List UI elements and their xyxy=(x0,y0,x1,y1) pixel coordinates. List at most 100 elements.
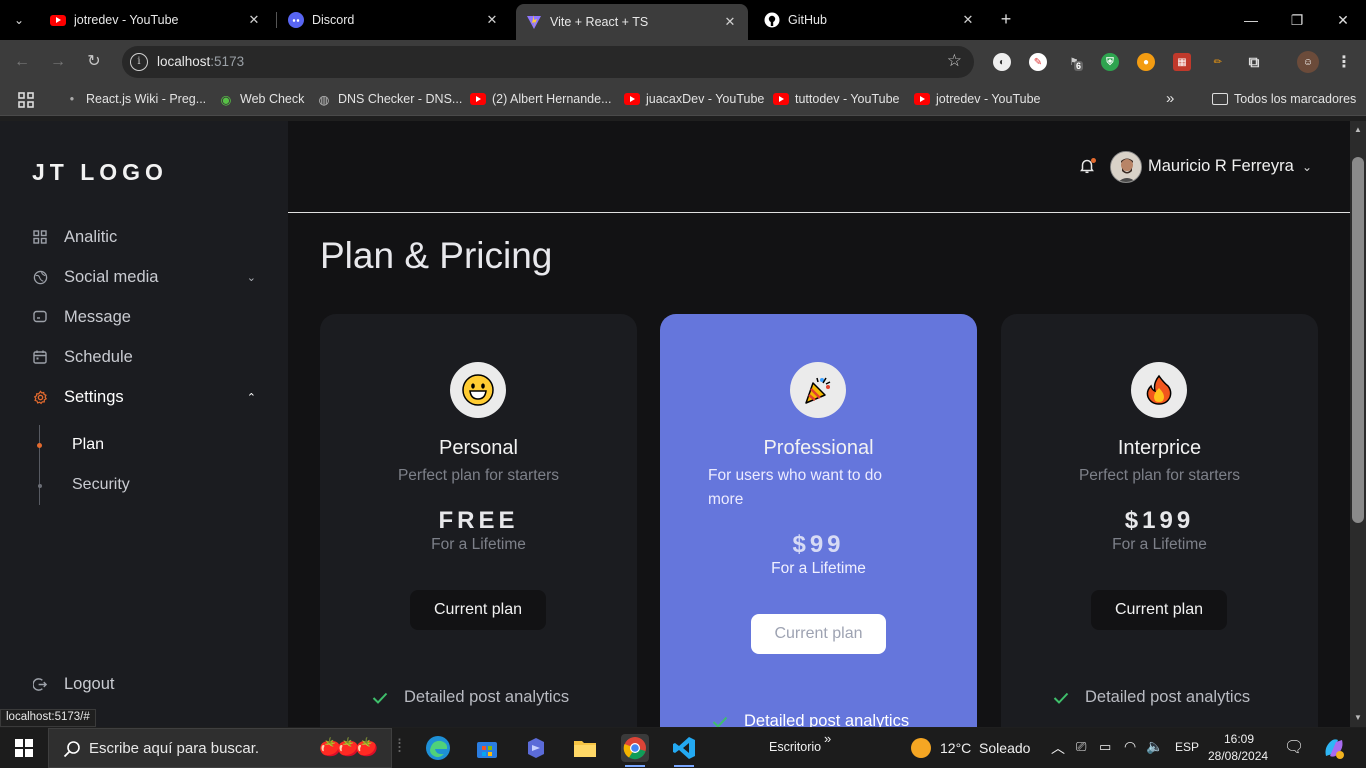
file-explorer-icon[interactable] xyxy=(571,734,599,762)
taskbar-search-box[interactable]: Escribe aquí para buscar. 🍅🍅🍅 xyxy=(48,728,392,768)
vite-icon xyxy=(526,14,542,30)
reload-icon[interactable]: ↻ xyxy=(83,51,105,73)
close-tab-icon[interactable]: ✕ xyxy=(722,14,738,30)
more-bookmarks-chevron-icon[interactable]: » xyxy=(1166,90,1174,107)
clock-date[interactable]: 28/08/2024 xyxy=(1208,749,1268,763)
bookmark-item[interactable]: • React.js Wiki - Preg... xyxy=(64,92,206,106)
all-bookmarks-folder[interactable]: Todos los marcadores xyxy=(1212,92,1356,106)
close-tab-icon[interactable]: ✕ xyxy=(960,12,976,28)
weather-text[interactable]: 12°C Soleado xyxy=(940,740,1030,756)
chrome-icon[interactable] xyxy=(621,734,649,767)
chevron-down-icon[interactable]: ⌄ xyxy=(247,271,256,284)
language-indicator[interactable]: ESP xyxy=(1175,740,1199,754)
close-window-icon[interactable]: ✕ xyxy=(1320,0,1366,40)
sidebar-item-settings[interactable]: Settings ⌃ xyxy=(32,382,256,412)
calendar-icon xyxy=(32,349,48,365)
globe-icon: ◉ xyxy=(220,92,232,107)
bookmark-item[interactable]: juacaxDev - YouTube xyxy=(624,92,764,106)
plan-card-interprice: Interprice Perfect plan for starters $19… xyxy=(1001,314,1318,727)
page-scrollbar[interactable]: ▲ ▼ xyxy=(1350,121,1366,727)
tab-discord[interactable]: Discord ✕ xyxy=(278,4,510,36)
top-header: Mauricio R Ferreyra ⌄ xyxy=(288,121,1350,213)
logout-label: Logout xyxy=(64,674,115,693)
tab-github[interactable]: GitHub ✕ xyxy=(754,4,986,36)
close-tab-icon[interactable]: ✕ xyxy=(246,12,262,28)
minimize-icon[interactable]: — xyxy=(1228,0,1274,40)
tab-vite-react[interactable]: Vite + React + TS ✕ xyxy=(516,4,748,40)
bell-icon[interactable] xyxy=(1080,158,1096,176)
scrollbar-thumb[interactable] xyxy=(1352,157,1364,523)
bookmark-item[interactable]: ◉ Web Check xyxy=(218,92,305,107)
plan-description: Perfect plan for starters xyxy=(397,467,560,484)
site-info-icon[interactable]: i xyxy=(130,53,148,71)
windows-start-icon[interactable] xyxy=(15,739,33,757)
avatar[interactable] xyxy=(1110,151,1142,183)
menu-kebab-icon[interactable]: ⋮ xyxy=(1335,53,1353,71)
chevron-double-right-icon[interactable]: » xyxy=(824,731,831,746)
extension-flag-icon[interactable]: ⚑6 xyxy=(1065,53,1084,71)
extension-orange-icon[interactable]: ● xyxy=(1137,53,1155,71)
party-popper-icon xyxy=(790,362,846,418)
desktop-label[interactable]: Escritorio xyxy=(769,740,821,754)
store-icon[interactable] xyxy=(473,734,501,762)
extensions-puzzle-icon[interactable]: ⧉ xyxy=(1245,53,1263,71)
new-tab-plus-icon[interactable]: + xyxy=(995,9,1017,31)
notifications-icon[interactable]: 🗨 xyxy=(1284,737,1304,757)
chevron-up-icon[interactable]: ︿ xyxy=(1051,738,1065,758)
weather-sun-icon[interactable] xyxy=(907,734,935,762)
bookmark-item[interactable]: tuttodev - YouTube xyxy=(773,92,899,106)
scroll-up-icon[interactable]: ▲ xyxy=(1354,125,1362,134)
sidebar-item-analitic[interactable]: Analitic xyxy=(32,222,256,252)
bookmark-item[interactable]: ◍ DNS Checker - DNS... xyxy=(316,92,463,107)
plan-name: Personal xyxy=(439,437,518,459)
scroll-down-icon[interactable]: ▼ xyxy=(1354,713,1362,722)
sidebar: JT LOGO Analitic Social media ⌄ Message xyxy=(0,121,288,727)
forward-arrow-icon[interactable]: → xyxy=(47,51,69,73)
bookmark-item[interactable]: (2) Albert Hernande... xyxy=(470,92,612,106)
app-logo[interactable]: JT LOGO xyxy=(32,159,168,186)
vscode-icon[interactable] xyxy=(670,734,698,767)
check-icon xyxy=(1053,692,1069,704)
current-plan-button[interactable]: Current plan xyxy=(410,590,546,630)
tab-title: Vite + React + TS xyxy=(550,15,649,29)
apps-grid-icon[interactable] xyxy=(18,92,34,108)
github-icon xyxy=(764,12,780,28)
chevron-down-icon[interactable]: ⌄ xyxy=(1302,160,1312,174)
extension-colorpick-icon[interactable]: ✎ xyxy=(1029,53,1047,71)
current-plan-button[interactable]: Current plan xyxy=(751,614,886,654)
extension-shield-icon[interactable]: ⛨ xyxy=(1101,53,1119,71)
sidebar-item-social-media[interactable]: Social media ⌄ xyxy=(32,262,256,292)
user-name[interactable]: Mauricio R Ferreyra xyxy=(1148,157,1294,176)
plan-description: Perfect plan for starters xyxy=(1078,467,1241,484)
bookmark-star-icon[interactable]: ☆ xyxy=(947,51,962,71)
current-plan-button[interactable]: Current plan xyxy=(1091,590,1227,630)
tab-search-chevron-icon[interactable]: ⌄ xyxy=(6,7,32,33)
sidebar-item-message[interactable]: Message xyxy=(32,302,256,332)
extension-pen-icon[interactable]: ✏ xyxy=(1209,53,1227,71)
feature-item: Detailed post analytics xyxy=(372,688,569,707)
sidebar-item-schedule[interactable]: Schedule xyxy=(32,342,256,372)
logout-button[interactable]: Logout xyxy=(32,669,256,699)
close-tab-icon[interactable]: ✕ xyxy=(484,12,500,28)
tab-separator xyxy=(276,12,277,28)
back-arrow-icon[interactable]: ← xyxy=(11,51,33,73)
bookmark-item[interactable]: jotredev - YouTube xyxy=(914,92,1040,106)
meet-camera-icon[interactable]: ⎚ xyxy=(1076,739,1086,755)
submenu-item-plan[interactable]: Plan xyxy=(72,436,104,454)
restore-icon[interactable]: ❐ xyxy=(1274,0,1320,40)
site-icon: • xyxy=(69,92,75,106)
wifi-icon[interactable]: ◠ xyxy=(1124,738,1136,755)
volume-icon[interactable]: 🔈 xyxy=(1146,738,1163,755)
edge-icon[interactable] xyxy=(424,734,452,762)
battery-icon[interactable]: ▭ xyxy=(1099,739,1111,755)
submenu-item-security[interactable]: Security xyxy=(72,476,130,494)
profile-avatar-icon[interactable]: ☺ xyxy=(1297,51,1319,73)
extension-red-icon[interactable]: ▦ xyxy=(1173,53,1191,71)
copilot-colorful-icon[interactable] xyxy=(1320,734,1348,762)
clock-time[interactable]: 16:09 xyxy=(1224,732,1254,746)
address-bar[interactable]: i localhost:5173 ☆ xyxy=(122,46,974,78)
copilot-icon[interactable] xyxy=(522,734,550,762)
chevron-up-icon[interactable]: ⌃ xyxy=(247,391,256,404)
tab-jotredev-youtube[interactable]: jotredev - YouTube ✕ xyxy=(40,4,272,36)
extension-icon[interactable]: ◐ xyxy=(993,53,1011,71)
